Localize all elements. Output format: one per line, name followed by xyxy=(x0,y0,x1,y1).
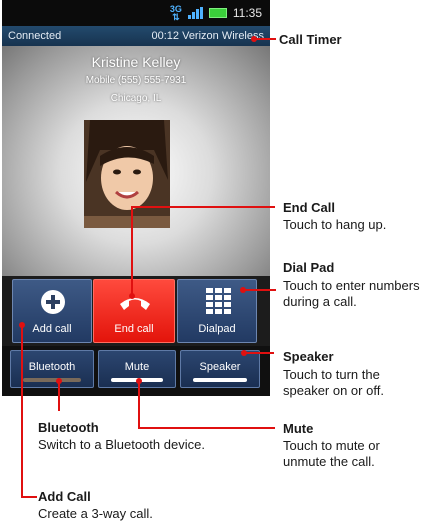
end-call-callout-title: End Call xyxy=(283,200,336,215)
bluetooth-callout-desc: Switch to a Bluetooth device. xyxy=(38,437,205,452)
speaker-label: Speaker xyxy=(199,361,241,373)
speaker-callout-line xyxy=(244,352,274,354)
add-call-callout-title: Add Call xyxy=(38,489,91,504)
bluetooth-callout-title: Bluetooth xyxy=(38,420,99,435)
add-call-callout-desc: Create a 3-way call. xyxy=(38,506,153,521)
add-call-button[interactable]: Add call xyxy=(12,279,92,343)
signal-icon xyxy=(187,7,203,19)
caller-info-area: Kristine Kelley Mobile (555) 555-7931 Ch… xyxy=(2,46,270,276)
speaker-callout-title: Speaker xyxy=(283,349,334,364)
call-timer-callout-line xyxy=(254,38,276,40)
dialpad-grid-icon xyxy=(206,288,231,314)
mute-callout-line-v xyxy=(138,380,140,428)
end-call-callout-line-v xyxy=(131,206,133,296)
mute-callout-line-h xyxy=(138,427,275,429)
hang-up-phone-icon xyxy=(120,298,150,310)
mute-label: Mute xyxy=(124,361,150,373)
caller-photo xyxy=(84,120,170,228)
battery-icon xyxy=(208,8,227,18)
add-call-callout-line-v xyxy=(21,325,23,498)
plus-icon xyxy=(41,290,65,314)
call-state: Connected xyxy=(8,30,62,42)
end-call-callout-line-h xyxy=(131,206,275,208)
call-buttons-row: Add call End call Dialpad xyxy=(2,276,270,346)
mute-callout-desc: Touch to mute or unmute the call. xyxy=(283,438,380,469)
dialpad-callout-desc: Touch to enter numbers during a call. xyxy=(283,278,420,309)
end-call-label: End call xyxy=(114,323,154,335)
dialpad-label: Dialpad xyxy=(198,323,236,335)
speaker-toggle[interactable]: Speaker xyxy=(180,350,260,388)
mute-callout-title: Mute xyxy=(283,421,314,436)
call-timer: 00:12 Verizon Wireless xyxy=(151,30,265,42)
status-time: 11:35 xyxy=(232,6,262,20)
speaker-indicator xyxy=(193,378,247,382)
dialpad-callout-title: Dial Pad xyxy=(283,260,335,275)
end-call-callout-desc: Touch to hang up. xyxy=(283,217,387,232)
toggle-buttons-row: Bluetooth Mute Speaker xyxy=(2,346,270,396)
caller-location: Chicago, IL xyxy=(110,93,162,104)
speaker-callout-desc: Touch to turn the speaker on or off. xyxy=(283,367,384,398)
phone-screen: 3G ⇅ 11:35 Connected 00:12 Verizon Wirele… xyxy=(2,0,270,396)
caller-name: Kristine Kelley xyxy=(91,54,181,70)
end-call-button[interactable]: End call xyxy=(93,279,175,343)
bluetooth-callout-line xyxy=(58,381,60,411)
dialpad-callout-line xyxy=(243,289,276,291)
status-bar: 3G ⇅ 11:35 xyxy=(2,0,270,26)
bluetooth-label: Bluetooth xyxy=(28,361,76,373)
call-timer-callout-title: Call Timer xyxy=(279,32,342,47)
network-3g-icon: 3G ⇅ xyxy=(169,4,182,22)
call-status-bar: Connected 00:12 Verizon Wireless xyxy=(2,26,270,46)
bluetooth-indicator xyxy=(23,378,81,382)
add-call-callout-line-h xyxy=(21,496,37,498)
caller-number: Mobile (555) 555-7931 xyxy=(85,75,187,86)
